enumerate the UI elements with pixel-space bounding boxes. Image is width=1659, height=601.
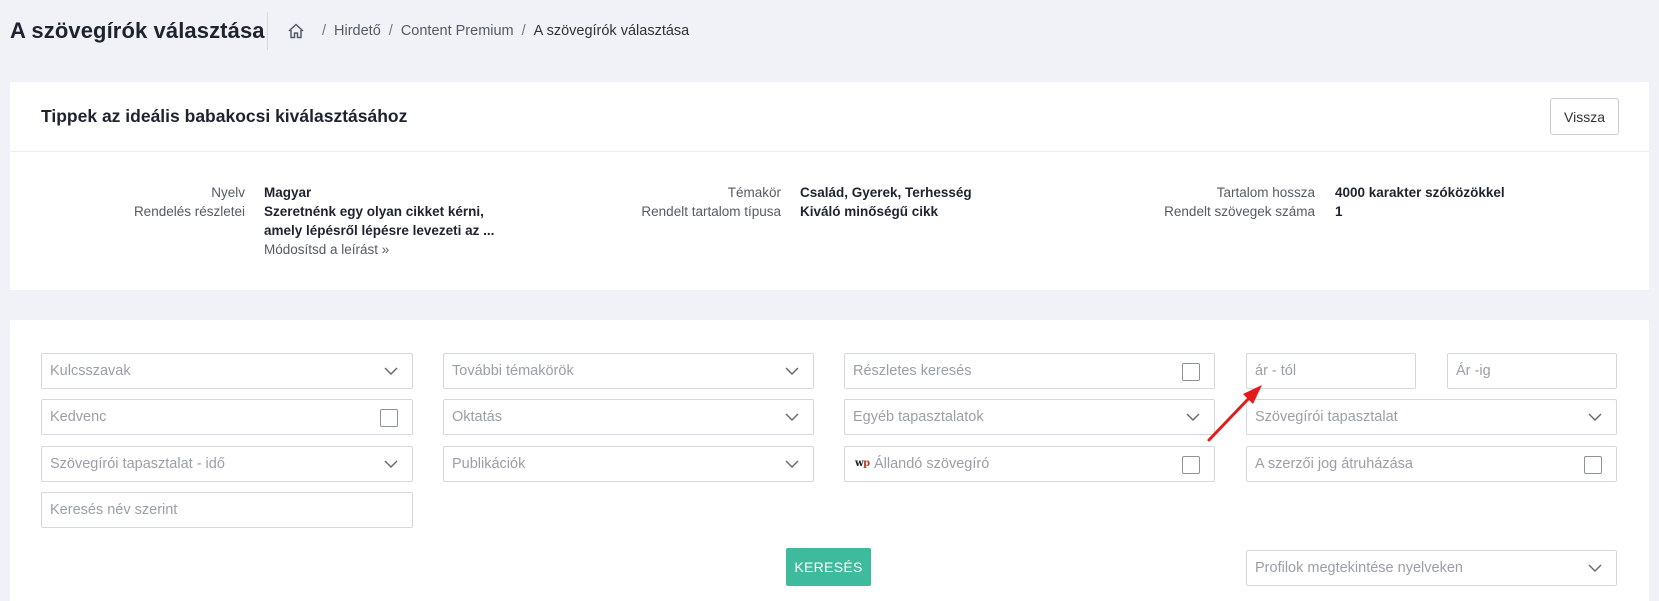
search-button[interactable]: KERESÉS [786, 548, 871, 586]
publications-select[interactable]: Publikációk [443, 446, 814, 482]
breadcrumb-item-advertiser[interactable]: Hirdető [334, 23, 381, 39]
breadcrumb-item-content-premium[interactable]: Content Premium [401, 23, 514, 39]
page-title: A szövegírók választása [10, 18, 265, 43]
breadcrumb-separator: / [521, 23, 526, 39]
writer-experience-select[interactable]: Szövegírói tapasztalat [1246, 399, 1617, 435]
keywords-select[interactable]: Kulcsszavak [41, 353, 413, 389]
profile-languages-placeholder: Profilok megtekintése nyelveken [1255, 560, 1463, 576]
language-value: Magyar [264, 185, 312, 200]
detailed-search-checkbox[interactable] [1182, 363, 1200, 381]
topic-value: Család, Gyerek, Terhesség [800, 185, 972, 200]
chevron-down-icon [1588, 564, 1602, 572]
education-select[interactable]: Oktatás [443, 399, 814, 435]
language-label: Nyelv [211, 185, 245, 200]
chevron-down-icon [785, 460, 799, 468]
modify-description-link[interactable]: Módosítsd a leírást » [264, 240, 389, 259]
copyright-transfer-field[interactable]: A szerzői jog átruházása [1246, 446, 1617, 482]
permanent-writer-field[interactable]: wp Állandó szövegíró [844, 446, 1215, 482]
price-from-placeholder: ár - tól [1255, 363, 1297, 379]
breadcrumb-separator: / [322, 23, 327, 39]
order-details-value: Szeretnénk egy olyan cikket kérni, amely… [264, 204, 495, 238]
favorite-checkbox[interactable] [380, 409, 398, 427]
writer-experience-time-select[interactable]: Szövegírói tapasztalat - idő [41, 446, 413, 482]
title-divider [267, 12, 268, 50]
price-to-input[interactable]: Ár -ig [1447, 353, 1617, 389]
favorite-field[interactable]: Kedvenc [41, 399, 413, 435]
chevron-down-icon [384, 460, 398, 468]
search-filters-card: Kulcsszavak További témakörök Részletes … [10, 320, 1649, 601]
detailed-search-field[interactable]: Részletes keresés [844, 353, 1215, 389]
top-bar: A szövegírók választása / Hirdető / Cont… [0, 0, 1659, 64]
text-count-label: Rendelt szövegek száma [1164, 204, 1315, 219]
favorite-label: Kedvenc [50, 409, 107, 425]
writer-experience-time-placeholder: Szövegírói tapasztalat - idő [50, 456, 225, 472]
more-topics-placeholder: További témakörök [452, 363, 574, 379]
chevron-down-icon [384, 367, 398, 375]
chevron-down-icon [1588, 413, 1602, 421]
chevron-down-icon [785, 367, 799, 375]
chevron-down-icon [785, 413, 799, 421]
breadcrumb-item-current: A szövegírók választása [533, 23, 690, 39]
writer-experience-placeholder: Szövegírói tapasztalat [1255, 409, 1398, 425]
content-type-label: Rendelt tartalom típusa [641, 204, 781, 219]
order-card-header: Tippek az ideális babakocsi kiválasztásá… [10, 82, 1649, 152]
content-type-value: Kiváló minőségű cikk [800, 204, 939, 219]
permanent-writer-checkbox[interactable] [1182, 456, 1200, 474]
keywords-placeholder: Kulcsszavak [50, 363, 131, 379]
more-topics-select[interactable]: További témakörök [443, 353, 814, 389]
detailed-search-label: Részletes keresés [853, 363, 972, 379]
wp-logo-icon: wp [855, 458, 870, 469]
back-button[interactable]: Vissza [1550, 98, 1619, 135]
copyright-transfer-checkbox[interactable] [1584, 456, 1602, 474]
home-icon[interactable] [287, 22, 305, 40]
order-details-label: Rendelés részletei [133, 204, 245, 219]
chevron-down-icon [1186, 413, 1200, 421]
education-placeholder: Oktatás [452, 409, 502, 425]
breadcrumb-separator: / [388, 23, 393, 39]
copyright-transfer-label: A szerzői jog átruházása [1255, 456, 1413, 472]
breadcrumb: / Hirdető / Content Premium / A szövegír… [287, 22, 689, 40]
other-experience-placeholder: Egyéb tapasztalatok [853, 409, 984, 425]
content-length-label: Tartalom hossza [1216, 185, 1315, 200]
topic-label: Témakör [727, 185, 781, 200]
text-count-value: 1 [1335, 204, 1343, 219]
order-info-card: Tippek az ideális babakocsi kiválasztásá… [10, 82, 1649, 290]
publications-placeholder: Publikációk [452, 456, 526, 472]
permanent-writer-label: Állandó szövegíró [874, 456, 990, 472]
price-from-input[interactable]: ár - tól [1246, 353, 1416, 389]
profile-languages-select[interactable]: Profilok megtekintése nyelveken [1246, 550, 1617, 586]
search-by-name-input[interactable]: Keresés név szerint [41, 492, 413, 528]
price-to-placeholder: Ár -ig [1456, 363, 1491, 379]
content-length-value: 4000 karakter szóközökkel [1335, 185, 1505, 200]
search-by-name-placeholder: Keresés név szerint [50, 502, 178, 518]
other-experience-select[interactable]: Egyéb tapasztalatok [844, 399, 1215, 435]
order-title: Tippek az ideális babakocsi kiválasztásá… [41, 106, 408, 126]
